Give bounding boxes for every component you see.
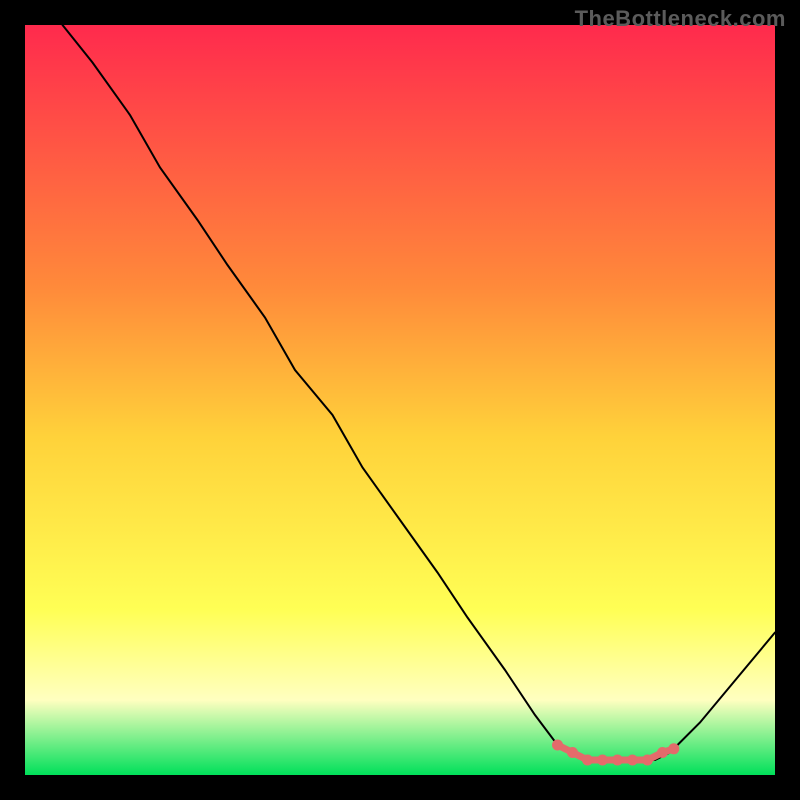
- marker-dot: [642, 755, 653, 766]
- marker-dot: [567, 747, 578, 758]
- plot-svg: [25, 25, 775, 775]
- marker-dot: [552, 740, 563, 751]
- watermark-text: TheBottleneck.com: [575, 6, 786, 32]
- gradient-background: [25, 25, 775, 775]
- marker-dot: [657, 747, 668, 758]
- marker-dot: [668, 743, 679, 754]
- marker-dot: [627, 755, 638, 766]
- chart-stage: TheBottleneck.com: [0, 0, 800, 800]
- marker-dot: [582, 755, 593, 766]
- marker-dot: [597, 755, 608, 766]
- marker-dot: [612, 755, 623, 766]
- plot-area: [25, 25, 775, 775]
